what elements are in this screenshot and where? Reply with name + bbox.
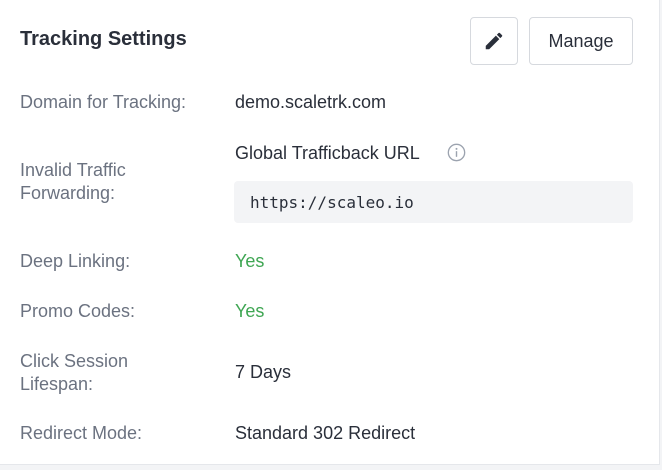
trafficback-title: Global Trafficback URL	[235, 143, 420, 163]
trafficback-url: https://scaleo.io	[250, 192, 414, 212]
promo-codes-value: Yes	[235, 301, 265, 321]
deep-linking-label: Deep Linking:	[20, 251, 131, 271]
deep-linking-value: Yes	[235, 251, 265, 271]
invalid-traffic-label-line2: Forwarding:	[20, 183, 116, 203]
promo-codes-label: Promo Codes:	[20, 301, 136, 321]
click-session-label-line1: Click Session	[20, 351, 129, 371]
click-session-label-line2: Lifespan:	[20, 374, 94, 394]
redirect-mode-value: Standard 302 Redirect	[235, 423, 416, 443]
domain-value: demo.scaletrk.com	[235, 92, 387, 112]
invalid-traffic-label: Invalid Traffic Forwarding:	[20, 159, 126, 205]
tracking-settings-card: Tracking Settings Manage Domain for Trac…	[0, 0, 660, 465]
edit-button[interactable]	[470, 17, 518, 65]
card-title: Tracking Settings	[20, 28, 187, 50]
click-session-label: Click Session Lifespan:	[20, 350, 128, 396]
domain-label: Domain for Tracking:	[20, 92, 187, 112]
trafficback-url-box: https://scaleo.io	[234, 181, 633, 223]
manage-button[interactable]: Manage	[529, 17, 633, 65]
click-session-value: 7 Days	[235, 362, 292, 382]
invalid-traffic-label-line1: Invalid Traffic	[20, 160, 126, 180]
info-icon[interactable]	[447, 143, 466, 162]
redirect-mode-label: Redirect Mode:	[20, 423, 143, 443]
pencil-icon	[485, 32, 503, 50]
